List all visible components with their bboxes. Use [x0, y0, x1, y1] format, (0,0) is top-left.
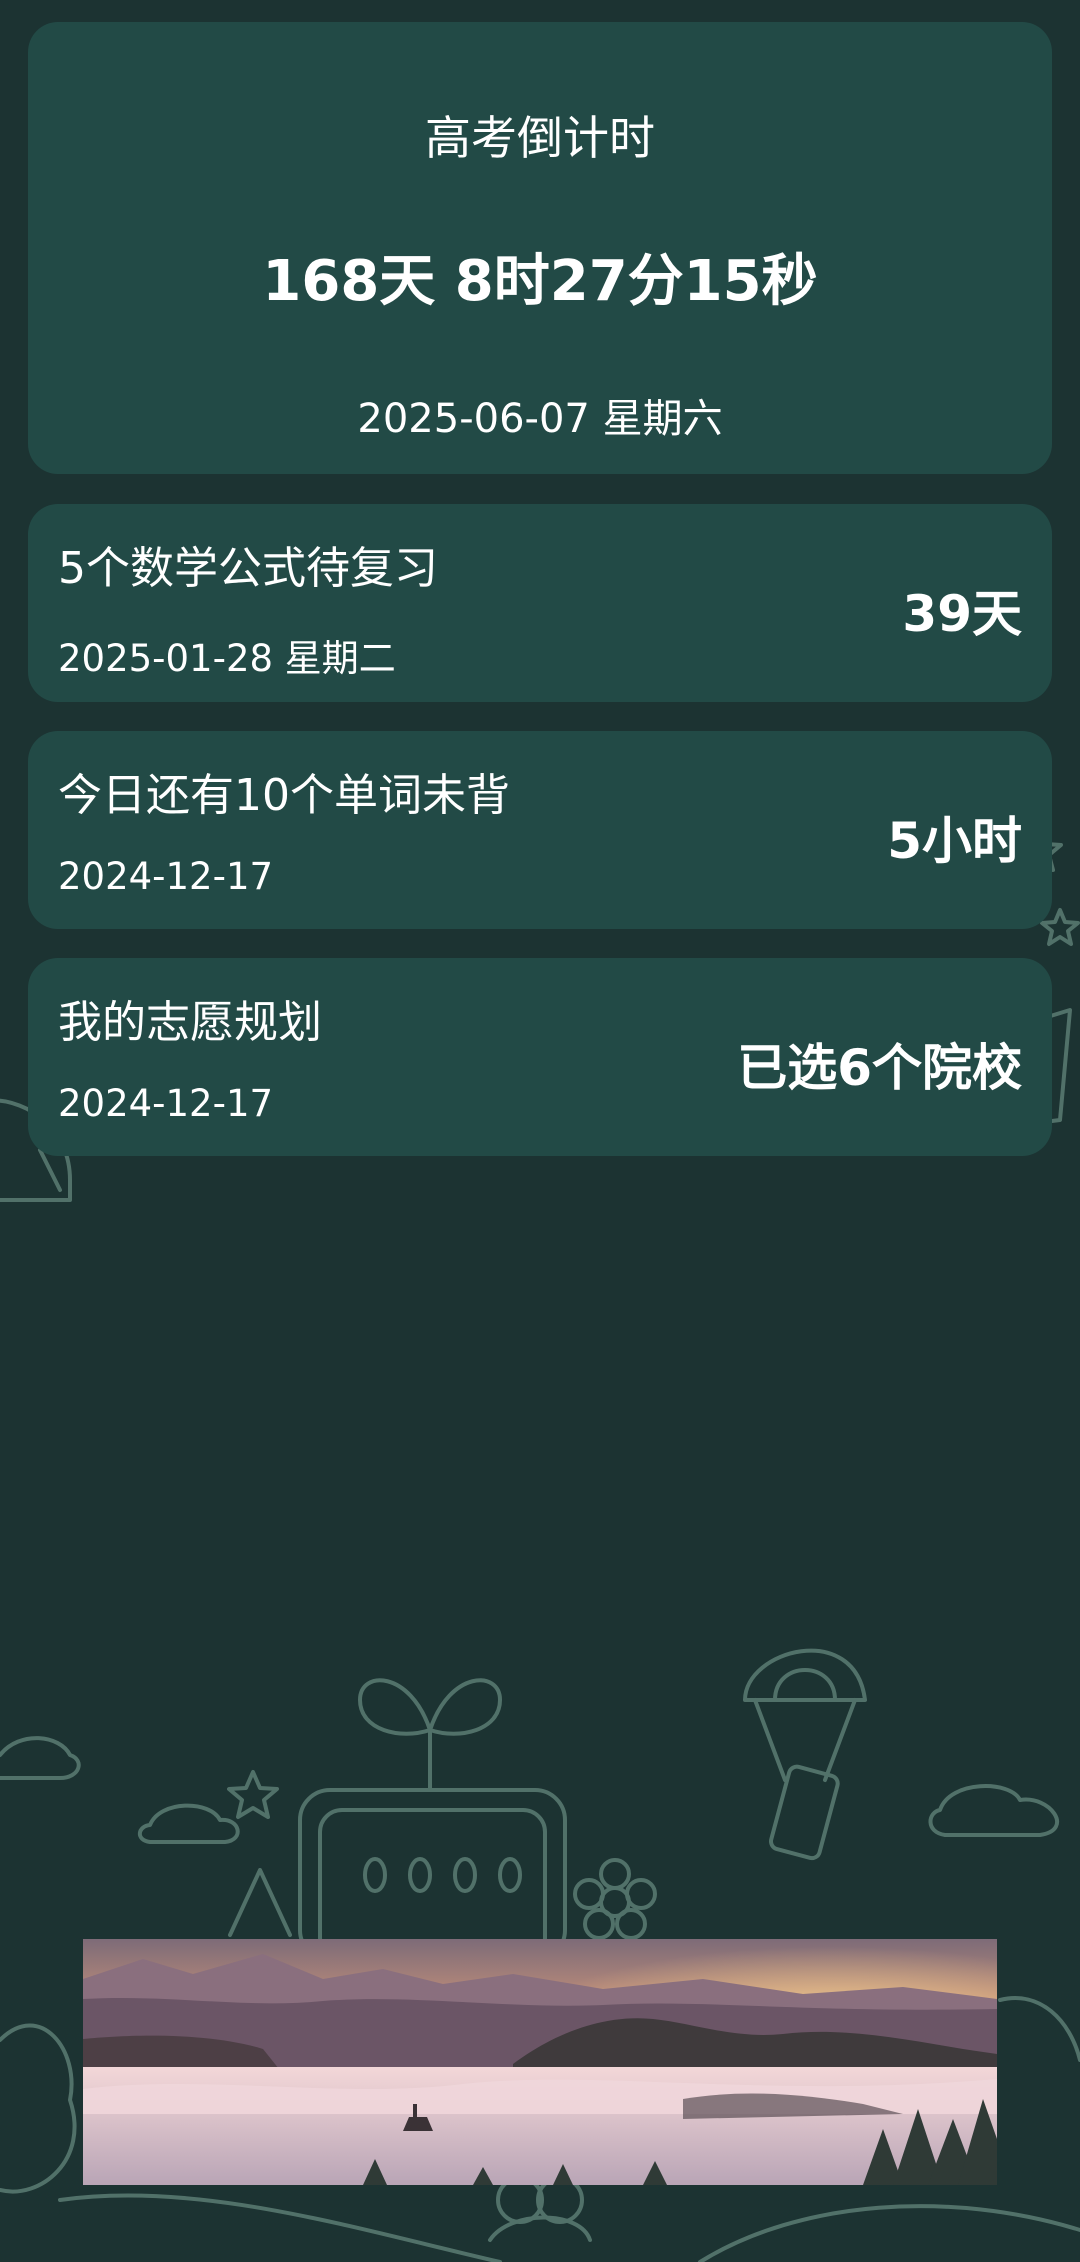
task-remaining: 5小时 — [887, 812, 1022, 870]
parachute-icon — [743, 1648, 867, 1861]
star-icon — [1040, 908, 1080, 946]
landscape-banner-image[interactable] — [83, 1939, 997, 2185]
countdown-screen: A+B=C — [0, 0, 1080, 2262]
countdown-title: 高考倒计时 — [425, 111, 655, 165]
tree-icon — [228, 1868, 292, 1937]
cloud-icon — [928, 1784, 1060, 1837]
flower-icon — [573, 1858, 657, 1940]
task-remaining: 已选6个院校 — [737, 1039, 1022, 1097]
star-icon — [227, 1770, 279, 1819]
task-date: 2024-12-17 — [58, 855, 274, 898]
cloud-icon — [0, 1736, 81, 1780]
exam-date: 2025-06-07 星期六 — [357, 396, 723, 442]
tree-icon — [0, 2023, 77, 2194]
task-title: 5个数学公式待复习 — [58, 543, 438, 594]
task-title: 今日还有10个单词未背 — [58, 770, 510, 821]
task-card-application-plan[interactable]: 我的志愿规划 2024-12-17 已选6个院校 — [28, 958, 1052, 1156]
cloud-icon — [137, 1803, 240, 1844]
task-card-vocabulary[interactable]: 今日还有10个单词未背 2024-12-17 5小时 — [28, 731, 1052, 929]
exam-countdown-card[interactable]: 高考倒计时 168天 8时27分15秒 2025-06-07 星期六 — [28, 22, 1052, 474]
frog-icon — [488, 2176, 592, 2242]
plant-icon — [358, 1678, 502, 1792]
task-remaining: 39天 — [902, 585, 1022, 643]
task-date: 2025-01-28 星期二 — [58, 637, 396, 680]
landscape-photo — [83, 1939, 997, 2185]
task-title: 我的志愿规划 — [58, 997, 322, 1048]
task-card-math-review[interactable]: 5个数学公式待复习 2025-01-28 星期二 39天 — [28, 504, 1052, 702]
task-date: 2024-12-17 — [58, 1082, 274, 1125]
tree-icon — [998, 1996, 1080, 2062]
countdown-timer: 168天 8时27分15秒 — [262, 249, 818, 314]
building-icon — [298, 1788, 567, 1962]
